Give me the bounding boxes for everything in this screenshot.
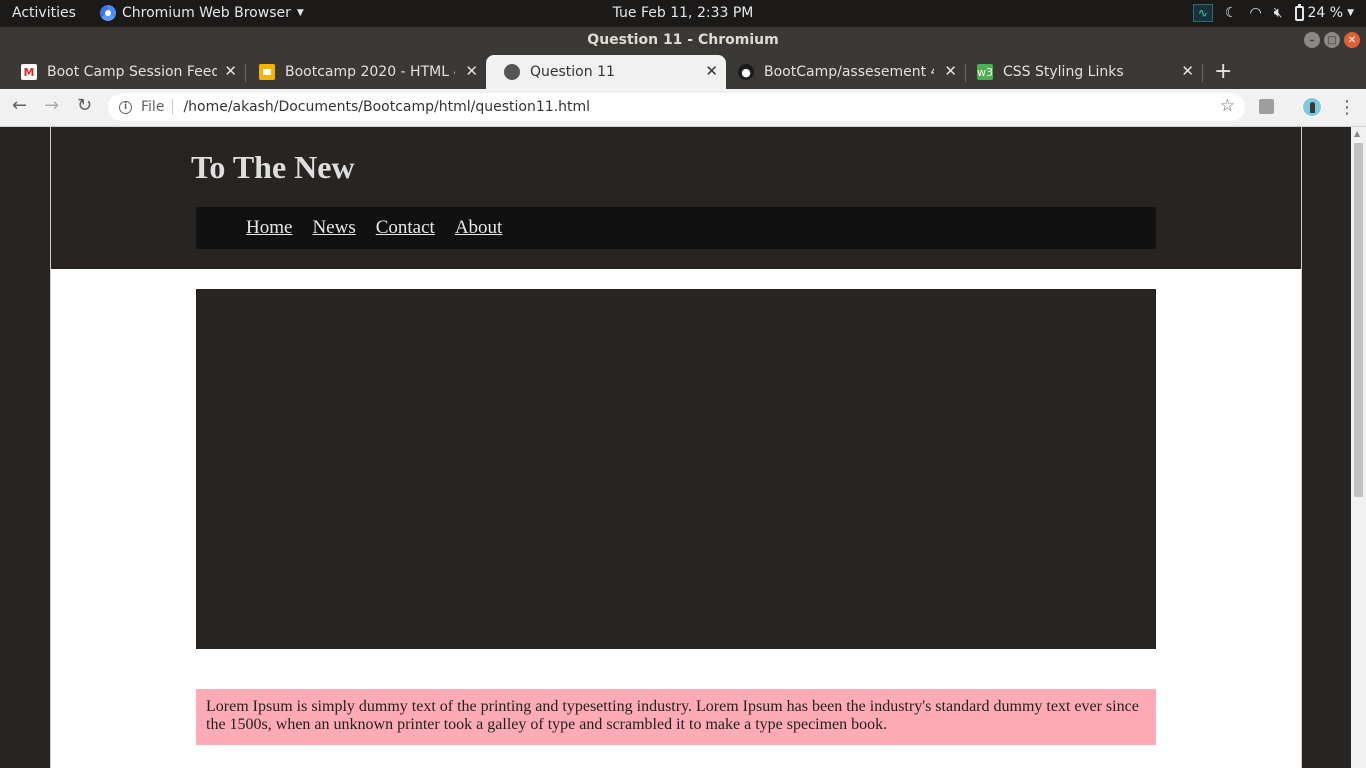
maximize-button[interactable]: □ — [1324, 32, 1340, 48]
nav-link-contact[interactable]: Contact — [376, 217, 435, 239]
globe-icon — [504, 64, 520, 80]
night-light-icon: ☾ — [1224, 5, 1238, 21]
tab-boot-camp-feedback[interactable]: M Boot Camp Session Feedb ✕ — [3, 55, 246, 89]
site-nav: Home News Contact About — [196, 207, 1156, 249]
tab-label: Bootcamp 2020 - HTML & — [285, 64, 455, 80]
window-controls: – □ ✕ — [1304, 32, 1360, 48]
github-icon: ● — [738, 64, 754, 80]
close-tab-icon[interactable]: ✕ — [465, 62, 478, 80]
tab-bootcamp-2020[interactable]: Bootcamp 2020 - HTML & ✕ — [241, 55, 486, 89]
close-tab-icon[interactable]: ✕ — [944, 62, 957, 80]
profile-avatar[interactable] — [1302, 97, 1322, 117]
nav-link-home[interactable]: Home — [246, 217, 292, 239]
app-menu[interactable]: Chromium Web Browser ▼ — [100, 5, 304, 21]
new-tab-button[interactable]: + — [1214, 59, 1232, 84]
tab-strip: M Boot Camp Session Feedb ✕ Bootcamp 202… — [0, 55, 1366, 89]
caret-down-icon: ▼ — [296, 8, 304, 18]
tab-github-bootcamp[interactable]: ● BootCamp/assesement 4 ✕ — [720, 55, 966, 89]
minimize-button[interactable]: – — [1304, 32, 1320, 48]
wifi-icon: ◠ — [1249, 5, 1262, 21]
app-menu-label: Chromium Web Browser — [122, 5, 291, 21]
tab-separator — [1202, 64, 1203, 82]
browser-toolbar: ← → ↻ i File /home/akash/Documents/Bootc… — [0, 89, 1366, 127]
system-tray[interactable]: ∿ ☾ ◠ 🔇︎ 24 % ▼ — [1192, 3, 1354, 22]
volume-muted-icon: 🔇︎ — [1273, 5, 1283, 21]
nav-link-news[interactable]: News — [312, 217, 355, 239]
site-title: To The New — [191, 149, 355, 185]
google-slides-icon — [259, 64, 275, 80]
battery-percent: 24 % — [1307, 5, 1344, 21]
tab-question-11[interactable]: Question 11 ✕ — [486, 55, 726, 89]
menu-kebab-icon[interactable]: ⋮ — [1338, 97, 1356, 118]
window-title: Question 11 - Chromium — [587, 32, 779, 48]
close-tab-icon[interactable]: ✕ — [224, 62, 237, 80]
web-viewport: To The New Home News Contact About Lorem… — [0, 127, 1366, 768]
hero-banner — [196, 289, 1156, 649]
site-header: To The New Home News Contact About — [51, 127, 1301, 269]
chromium-icon — [100, 5, 116, 21]
tab-label: Boot Camp Session Feedb — [47, 64, 217, 80]
window-title-bar[interactable]: Question 11 - Chromium – □ ✕ — [0, 27, 1366, 55]
address-bar[interactable]: i File /home/akash/Documents/Bootcamp/ht… — [108, 93, 1245, 121]
scheme-label: File — [141, 99, 174, 115]
lorem-paragraph: Lorem Ipsum is simply dummy text of the … — [196, 689, 1156, 745]
info-icon[interactable]: i — [119, 100, 132, 114]
activities-button[interactable]: Activities — [12, 5, 76, 21]
url-text[interactable]: /home/akash/Documents/Bootcamp/html/ques… — [183, 99, 590, 115]
caret-down-icon: ▼ — [1347, 8, 1354, 18]
page-container: To The New Home News Contact About Lorem… — [50, 127, 1302, 768]
tab-css-styling-links[interactable]: w3 CSS Styling Links ✕ — [959, 55, 1203, 89]
gmail-icon: M — [21, 64, 37, 80]
forward-arrow-icon[interactable]: → — [44, 95, 59, 116]
system-monitor-icon[interactable]: ∿ — [1192, 4, 1213, 22]
w3schools-icon: w3 — [977, 64, 993, 80]
scroll-up-arrow-icon[interactable]: ▲ — [1354, 129, 1360, 138]
back-arrow-icon[interactable]: ← — [12, 95, 27, 116]
extension-icon[interactable] — [1259, 99, 1274, 114]
system-top-bar: Activities Chromium Web Browser ▼ Tue Fe… — [0, 0, 1366, 27]
close-tab-icon[interactable]: ✕ — [705, 62, 718, 80]
nav-link-about[interactable]: About — [455, 217, 503, 239]
close-tab-icon[interactable]: ✕ — [1181, 62, 1194, 80]
tab-label: Question 11 — [530, 64, 615, 80]
bookmark-star-icon[interactable]: ☆ — [1220, 96, 1235, 116]
vertical-scrollbar[interactable]: ▲ — [1351, 127, 1366, 768]
close-window-button[interactable]: ✕ — [1344, 32, 1360, 48]
tab-label: CSS Styling Links — [1003, 64, 1124, 80]
tab-label: BootCamp/assesement 4 — [764, 64, 934, 80]
battery-icon — [1294, 3, 1304, 21]
reload-icon[interactable]: ↻ — [77, 95, 92, 116]
scroll-thumb[interactable] — [1354, 143, 1363, 497]
battery-indicator: 24 % ▼ — [1294, 3, 1354, 21]
